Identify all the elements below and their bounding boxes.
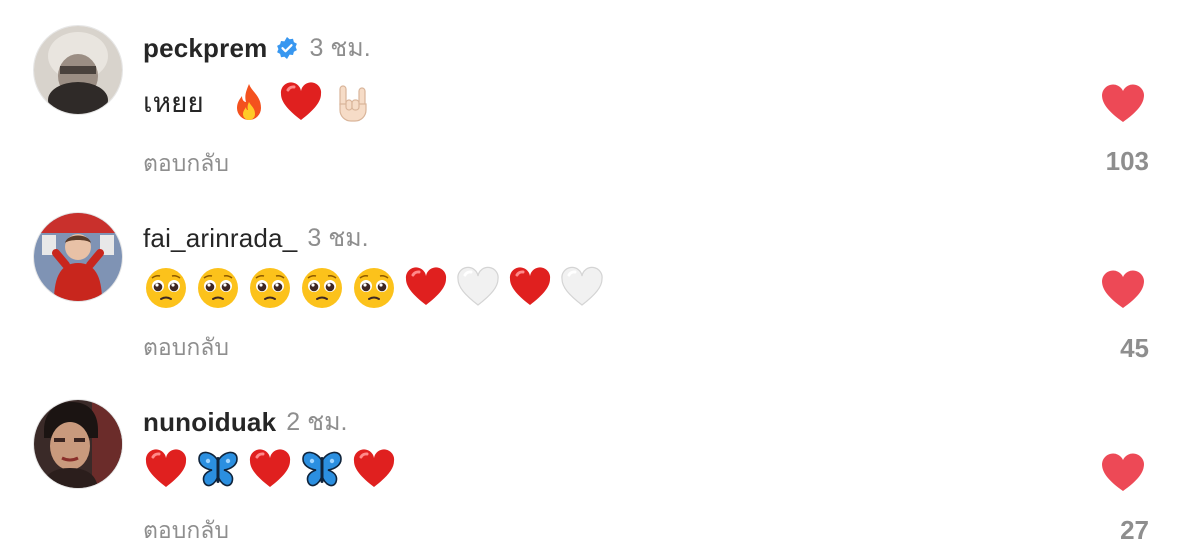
like-count: 45 <box>1120 333 1149 363</box>
like-heart-icon[interactable] <box>1100 451 1146 493</box>
comment-username[interactable]: peckprem <box>143 33 267 64</box>
comment-username[interactable]: nunoiduak <box>143 407 276 438</box>
avatar[interactable] <box>33 399 123 489</box>
comment-item: fai_arinrada_ 3 ชม. ตอบกลับ 45 <box>0 187 1199 367</box>
comment-timestamp: 2 ชม. <box>286 408 348 436</box>
like-count: 103 <box>1105 146 1149 176</box>
verified-badge-icon <box>275 36 299 60</box>
avatar[interactable] <box>33 212 123 302</box>
comment-item: peckprem 3 ชม. เหยย ตอบกลับ 103 <box>0 0 1199 180</box>
fire-icon <box>226 80 272 126</box>
like-heart-icon[interactable] <box>1100 268 1146 310</box>
red-heart-icon <box>247 447 293 493</box>
red-heart-icon <box>403 265 449 311</box>
blue-butterfly-icon <box>299 447 345 493</box>
pleading-face-icon <box>247 265 293 311</box>
red-heart-icon <box>143 447 189 493</box>
reply-button[interactable]: ตอบกลับ <box>143 146 229 182</box>
pleading-face-icon <box>351 265 397 311</box>
comment-timestamp: 3 ชม. <box>309 34 371 62</box>
red-heart-icon <box>507 265 553 311</box>
like-heart-icon[interactable] <box>1100 82 1146 124</box>
comment-username[interactable]: fai_arinrada_ <box>143 223 297 254</box>
comment-timestamp: 3 ชม. <box>307 224 369 252</box>
reply-button[interactable]: ตอบกลับ <box>143 513 229 549</box>
avatar[interactable] <box>33 25 123 115</box>
red-heart-icon <box>351 447 397 493</box>
blue-butterfly-icon <box>195 447 241 493</box>
comment-item: nunoiduak 2 ชม. ตอบกลับ 27 <box>0 374 1199 554</box>
red-heart-icon <box>278 80 324 126</box>
like-count: 27 <box>1120 515 1149 545</box>
comment-text: เหยย <box>143 87 204 118</box>
pleading-face-icon <box>195 265 241 311</box>
reply-button[interactable]: ตอบกลับ <box>143 330 229 366</box>
pleading-face-icon <box>143 265 189 311</box>
sign-of-horns-icon <box>330 80 376 126</box>
white-heart-icon <box>455 265 501 311</box>
pleading-face-icon <box>299 265 345 311</box>
white-heart-icon <box>559 265 605 311</box>
